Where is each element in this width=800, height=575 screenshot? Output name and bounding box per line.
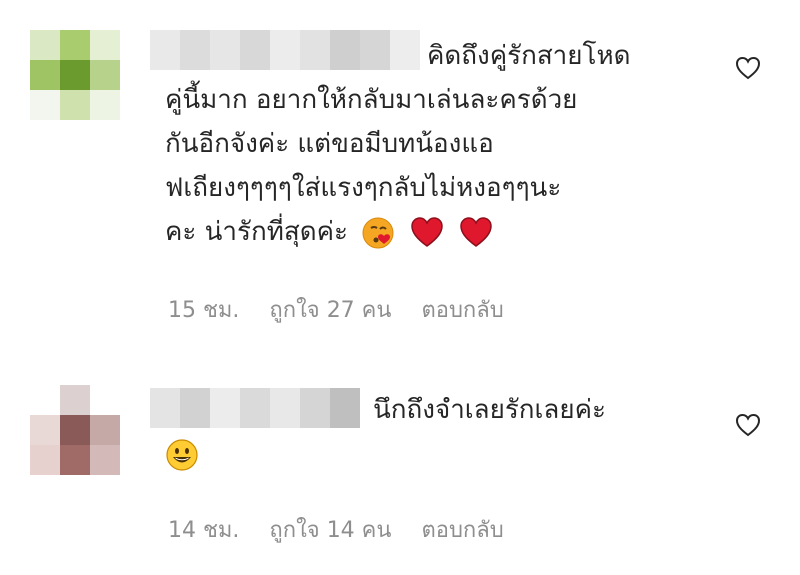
like-heart-icon[interactable] [734,411,762,439]
avatar-tile [30,30,60,60]
avatar-tile [30,90,60,120]
avatar-tile [60,385,90,415]
avatar-tile [60,90,90,120]
comment-line: ฟเถียงๆๆๆๆใส่แรงๆกลับไม่หงอๆๆนะ [165,173,562,203]
likes-count[interactable]: ถูกใจ 14 คน [269,512,391,547]
comment-line: คิดถึงคู่รักสายโหด [427,41,631,71]
kiss-heart-emoji [362,216,396,250]
comment-text: นึกถึงจำเลยรักเลยค่ะ [165,388,606,476]
avatar[interactable] [30,385,120,475]
avatar-tile [60,415,90,445]
comment-line-last: คะ น่ารักที่สุดค่ะ [165,210,631,254]
avatar-tile [30,415,60,445]
avatar-tile [90,60,120,90]
comment-line-emoji [165,432,606,476]
comment-item: นึกถึงจำเลยรักเลยค่ะ 14 ชม. ถูกใจ 14 คน … [0,355,800,575]
comment-item: คิดถึงคู่รักสายโหด คู่นี้มาก อยากให้กลับ… [0,0,800,340]
reply-button[interactable]: ตอบกลับ [421,512,503,547]
avatar-tile [90,385,120,415]
avatar-tile [30,445,60,475]
like-heart-icon[interactable] [734,54,762,82]
avatar-tile [30,60,60,90]
avatar-tile [60,445,90,475]
comment-timestamp[interactable]: 15 ชม. [168,292,239,327]
avatar-tile [60,30,90,60]
reply-button[interactable]: ตอบกลับ [421,292,503,327]
avatar-tile [90,415,120,445]
comment-line: คะ น่ารักที่สุดค่ะ [165,217,348,247]
comment-line: คู่นี้มาก อยากให้กลับมาเล่นละครด้วย [165,85,578,115]
avatar-tile [90,30,120,60]
grinning-emoji [165,438,199,472]
comment-line: นึกถึงจำเลยรักเลยค่ะ [373,395,606,425]
avatar-tile [90,445,120,475]
avatar[interactable] [30,30,120,120]
red-heart-emoji [459,216,493,250]
avatar-tile [30,385,60,415]
comment-text: คิดถึงคู่รักสายโหด คู่นี้มาก อยากให้กลับ… [165,34,631,254]
comment-meta: 15 ชม. ถูกใจ 27 คน ตอบกลับ [168,292,504,327]
avatar-tile [60,60,90,90]
comment-meta: 14 ชม. ถูกใจ 14 คน ตอบกลับ [168,512,504,547]
comment-line: กันอีกจังค่ะ แต่ขอมีบทน้องแอ [165,129,494,159]
avatar-tile [90,90,120,120]
comment-timestamp[interactable]: 14 ชม. [168,512,239,547]
likes-count[interactable]: ถูกใจ 27 คน [269,292,391,327]
red-heart-emoji [410,216,444,250]
